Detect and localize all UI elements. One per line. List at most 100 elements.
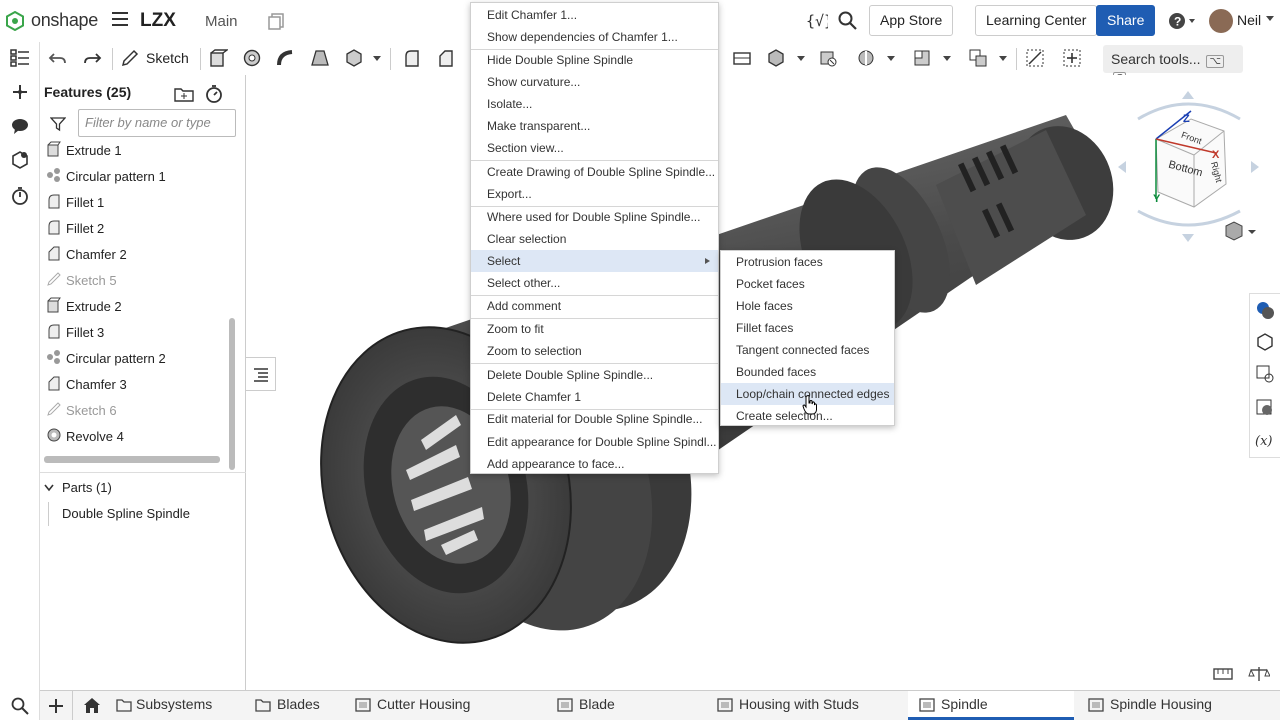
hamburger-menu-icon[interactable] [112,12,128,26]
revolve-icon[interactable] [242,48,262,68]
menu-item-create-drawing[interactable]: Create Drawing of Double Spline Spindle.… [471,161,718,183]
rollback-timer-icon[interactable] [204,84,224,104]
collapse-chevron-icon[interactable] [44,484,54,492]
menu-item-isolate[interactable]: Isolate... [471,93,718,115]
measurement-icon[interactable] [1212,665,1234,683]
sweep-icon[interactable] [276,48,296,68]
feature-item[interactable]: Fillet 3 [46,319,226,345]
appearance-icon[interactable] [1255,300,1275,320]
menu-item-zoom-to-selection[interactable]: Zoom to selection [471,340,718,362]
menu-item-edit-chamfer[interactable]: Edit Chamfer 1... [471,4,718,26]
menu-item-select[interactable]: Select [471,250,718,272]
configurations-panel-icon[interactable] [1255,364,1275,384]
redo-icon[interactable] [82,48,102,68]
measure-icon[interactable] [1025,48,1045,68]
home-icon[interactable] [82,696,102,715]
menu-item-hide-part[interactable]: Hide Double Spline Spindle [471,49,718,71]
tab-spindle-housing[interactable]: Spindle Housing [1080,691,1280,720]
avatar[interactable] [1209,9,1233,33]
parts-header[interactable]: Parts (1) [62,480,112,495]
filter-icon[interactable] [50,116,66,132]
menu-item-zoom-to-fit[interactable]: Zoom to fit [471,318,718,340]
submenu-item-hole-faces[interactable]: Hole faces [721,295,894,317]
workspace-name[interactable]: Main [205,13,238,30]
submenu-item-protrusion-faces[interactable]: Protrusion faces [721,251,894,273]
search-tools-input[interactable]: Search tools... ⌥C [1103,45,1243,85]
parts-list-icon[interactable] [1255,332,1275,352]
undo-icon[interactable] [48,48,68,68]
feature-item[interactable]: Fillet 1 [46,189,226,215]
add-tab-icon[interactable] [47,697,65,715]
vertical-scrollbar[interactable] [229,318,235,470]
tab-cutter-housing[interactable]: Cutter Housing [344,691,544,720]
feature-item[interactable]: Chamfer 2 [46,241,226,267]
chevron-down-icon[interactable] [943,56,951,62]
feature-item[interactable]: Extrude 1 [46,137,226,163]
variables-table-icon[interactable]: (x) [1255,430,1275,450]
sketch-pencil-icon[interactable] [120,48,140,68]
menu-item-edit-appearance[interactable]: Edit appearance for Double Spline Spindl… [471,431,718,453]
filter-input[interactable]: Filter by name or type [78,109,236,137]
feature-item[interactable]: Sketch 5 [46,267,226,293]
extrude-icon[interactable] [208,48,228,68]
share-button[interactable]: Share [1096,5,1156,36]
list-toggle-button[interactable] [246,357,276,391]
tab-subsystems[interactable]: Subsystems [116,691,234,720]
feature-item[interactable]: Sketch 6 [46,397,226,423]
feature-item[interactable]: Circular pattern 1 [46,163,226,189]
tab-spindle[interactable]: Spindle [908,691,1074,720]
part-item[interactable]: Double Spline Spindle [62,506,190,521]
help-icon[interactable]: ? [1168,11,1198,31]
chevron-down-icon[interactable] [797,56,805,62]
transform-icon[interactable] [856,48,876,68]
submenu-item-tangent-connected-faces[interactable]: Tangent connected faces [721,339,894,361]
chamfer-icon[interactable] [436,48,456,68]
mass-properties-icon[interactable] [1248,665,1270,683]
add-folder-icon[interactable] [174,85,194,103]
tab-housing-with-studs[interactable]: Housing with Studs [706,691,906,720]
menu-item-select-other[interactable]: Select other... [471,272,718,294]
feature-item[interactable]: Chamfer 3 [46,371,226,397]
menu-item-section-view[interactable]: Section view... [471,137,718,159]
comments-icon[interactable] [10,116,30,136]
feature-item[interactable]: Circular pattern 2 [46,345,226,371]
tab-blades[interactable]: Blades [242,691,332,720]
learning-center-button[interactable]: Learning Center [975,5,1098,36]
fillet-icon[interactable] [402,48,422,68]
materials-icon[interactable] [1255,398,1275,418]
feature-item[interactable]: Extrude 2 [46,293,226,319]
document-name[interactable]: LZX [140,10,176,32]
chevron-down-icon[interactable] [999,56,1007,62]
menu-item-clear-selection[interactable]: Clear selection [471,228,718,250]
menu-item-where-used[interactable]: Where used for Double Spline Spindle... [471,206,718,228]
sketch-button[interactable]: Sketch [146,50,189,66]
feature-list-icon[interactable] [10,48,30,68]
search-settings-icon[interactable] [10,696,30,716]
menu-item-make-transparent[interactable]: Make transparent... [471,115,718,137]
chevron-down-icon[interactable] [373,56,381,62]
configurations-icon[interactable] [10,150,30,170]
history-timer-icon[interactable] [10,186,30,206]
user-name[interactable]: Neil [1237,12,1261,28]
menu-item-edit-material[interactable]: Edit material for Double Spline Spindle.… [471,408,718,430]
section-icon[interactable] [912,48,932,68]
submenu-item-bounded-faces[interactable]: Bounded faces [721,361,894,383]
feature-item[interactable]: Revolve 4 [46,423,226,449]
menu-item-delete-part[interactable]: Delete Double Spline Spindle... [471,364,718,386]
versions-icon[interactable] [268,12,286,30]
menu-item-add-comment[interactable]: Add comment [471,295,718,317]
horizontal-scrollbar[interactable] [44,456,220,463]
menu-item-export[interactable]: Export... [471,183,718,205]
variables-icon[interactable]: {√} [806,11,828,31]
app-store-button[interactable]: App Store [869,5,954,36]
search-icon[interactable] [838,11,857,30]
menu-item-show-dependencies[interactable]: Show dependencies of Chamfer 1... [471,26,718,48]
view-mode-icon[interactable] [1224,221,1258,241]
menu-item-add-appearance[interactable]: Add appearance to face... [471,453,718,475]
delete-part-icon[interactable] [818,48,838,68]
menu-item-show-curvature[interactable]: Show curvature... [471,71,718,93]
tab-blade[interactable]: Blade [546,691,696,720]
menu-item-delete-chamfer[interactable]: Delete Chamfer 1 [471,386,718,408]
chevron-down-icon[interactable] [887,56,895,62]
onshape-logo-icon[interactable] [6,11,24,31]
